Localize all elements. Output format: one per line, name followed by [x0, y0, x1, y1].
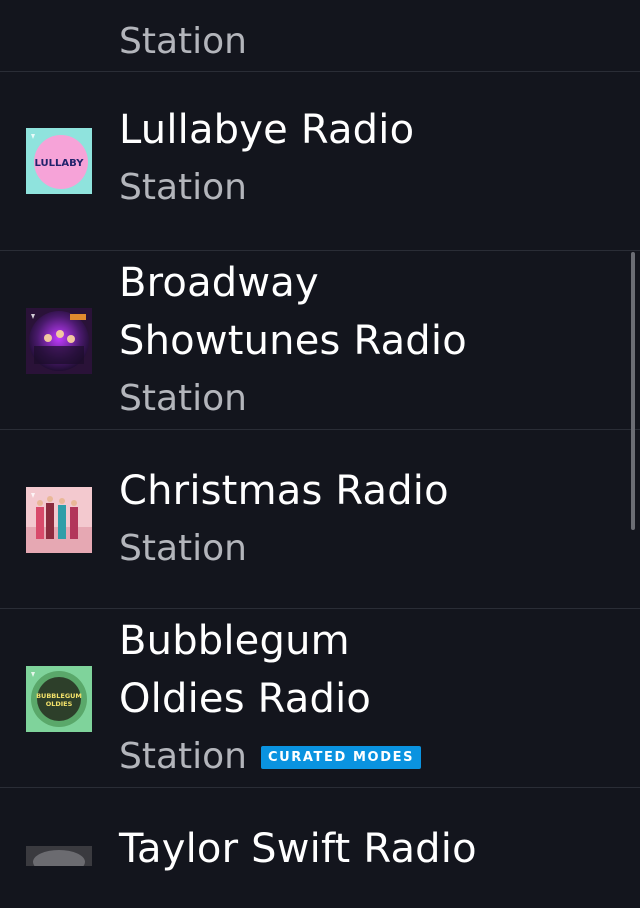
station-subtitle: Station	[119, 21, 247, 62]
station-subtitle: Station	[119, 378, 247, 419]
station-subtitle-row: Station CURATED MODES	[119, 728, 620, 786]
bubblegum-art-label1: BUBBLEGUM	[36, 692, 82, 700]
station-title-line1: Bubblegum	[119, 618, 350, 664]
station-title: Lullabye Radio	[119, 107, 415, 153]
station-row[interactable]: Station	[0, 0, 640, 72]
broadway-art	[26, 308, 92, 374]
station-row[interactable]: BUBBLEGUM OLDIES Bubblegum Oldies Radio …	[0, 609, 640, 788]
curated-modes-badge: CURATED MODES	[261, 745, 422, 769]
station-title-line1: Broadway	[119, 260, 319, 306]
bubblegum-art-label2: OLDIES	[46, 700, 73, 708]
station-title: Taylor Swift Radio	[119, 826, 477, 872]
station-row[interactable]: Broadway Showtunes Radio Station	[0, 251, 640, 430]
station-title-line2: Oldies Radio	[119, 676, 372, 722]
station-subtitle: Station	[119, 736, 247, 777]
christmas-art	[26, 487, 92, 553]
station-list: Station LULLABY Lullabye Radio Station B…	[0, 0, 640, 908]
station-subtitle: Station	[119, 167, 247, 208]
taylor-art	[26, 846, 92, 866]
scrollbar[interactable]	[631, 252, 635, 530]
station-title-line2: Showtunes Radio	[119, 318, 467, 364]
station-subtitle: Station	[119, 528, 247, 569]
station-row[interactable]: Christmas Radio Station	[0, 430, 640, 609]
station-title: Christmas Radio	[119, 468, 449, 514]
lullaby-art-label: LULLABY	[35, 158, 85, 169]
station-row[interactable]: Taylor Swift Radio	[0, 788, 640, 908]
station-row[interactable]: LULLABY Lullabye Radio Station	[0, 72, 640, 251]
lullaby-art: LULLABY	[26, 128, 92, 194]
bubblegum-art: BUBBLEGUM OLDIES	[26, 666, 92, 732]
